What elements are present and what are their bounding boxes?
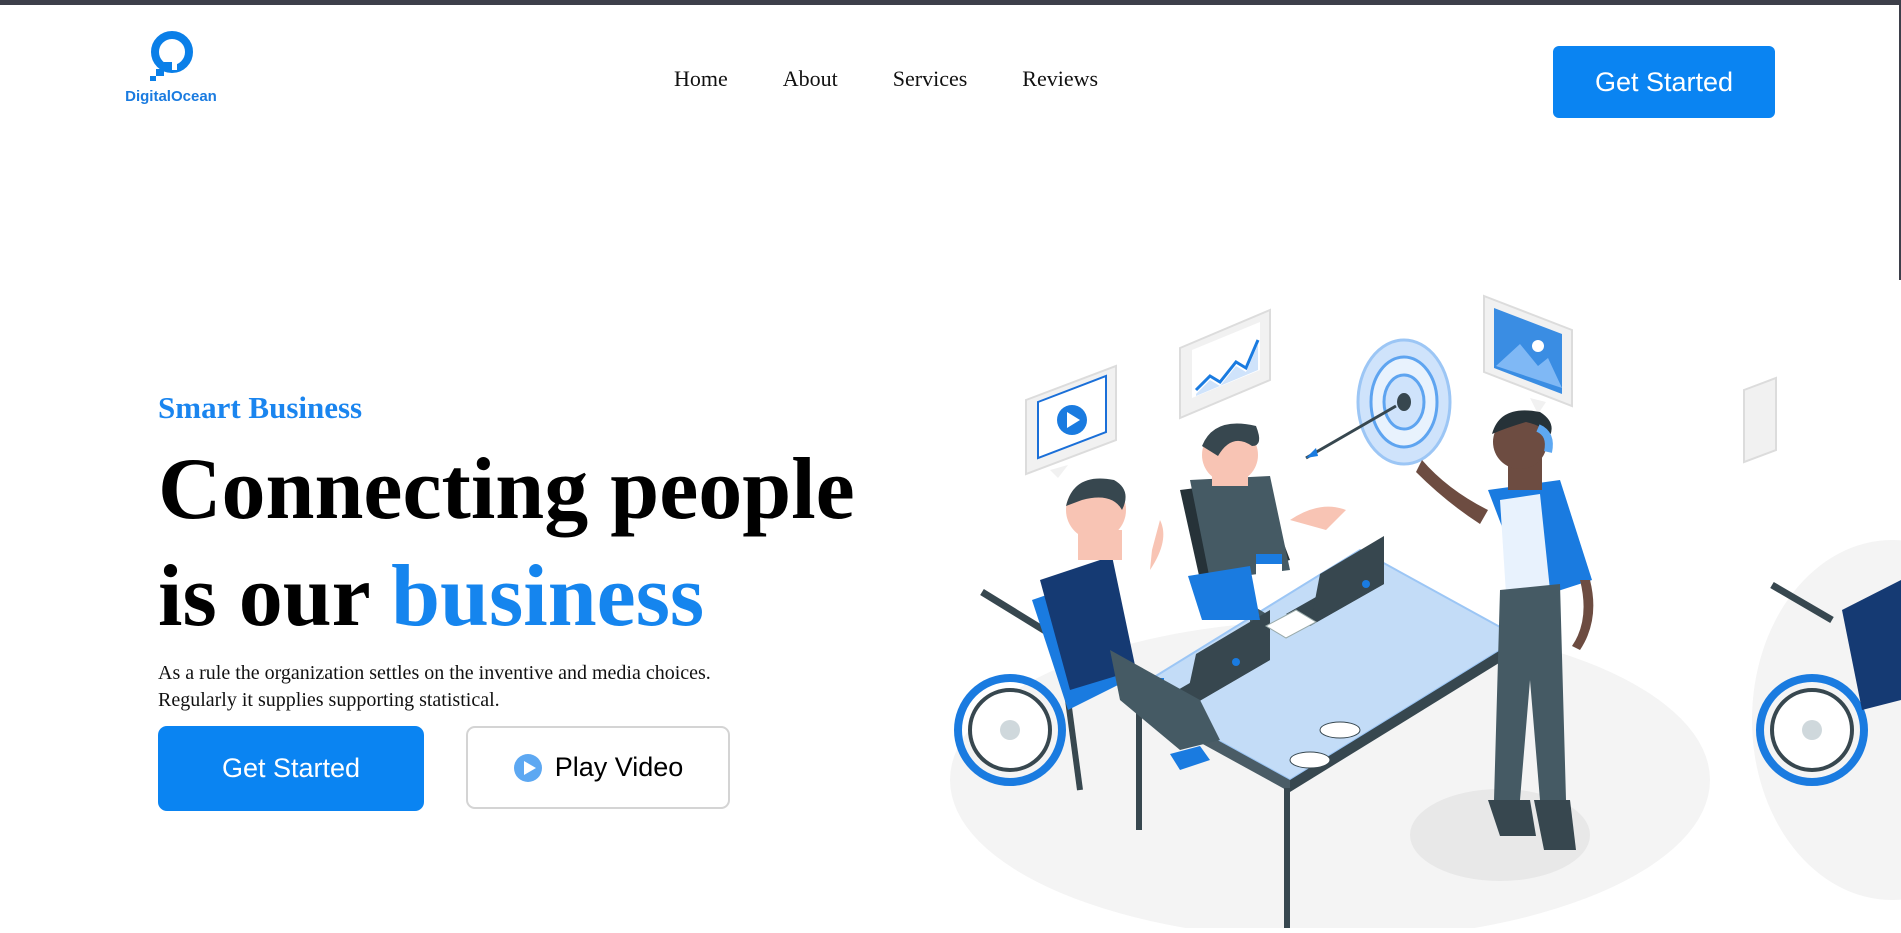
video-card-icon bbox=[1025, 364, 1117, 478]
nav-reviews[interactable]: Reviews bbox=[1022, 66, 1098, 92]
main-nav: Home About Services Reviews bbox=[674, 66, 1098, 92]
nav-home[interactable]: Home bbox=[674, 66, 728, 92]
play-video-button[interactable]: Play Video bbox=[466, 726, 730, 809]
window-top-border bbox=[0, 0, 1901, 5]
play-video-label: Play Video bbox=[554, 752, 684, 782]
brand-name: DigitalOcean bbox=[125, 88, 217, 105]
image-card-icon bbox=[1483, 294, 1573, 414]
hero-eyebrow: Smart Business bbox=[158, 390, 363, 425]
nav-about[interactable]: About bbox=[783, 66, 838, 92]
hero-get-started-button[interactable]: Get Started bbox=[158, 726, 424, 811]
header-get-started-button[interactable]: Get Started bbox=[1553, 46, 1775, 118]
brand-logo[interactable]: DigitalOcean bbox=[120, 26, 222, 112]
wheelchair-crop-icon bbox=[1743, 376, 1901, 900]
headline-line-1: Connecting people bbox=[158, 441, 855, 538]
illustration-duplicate-crop bbox=[1742, 280, 1901, 928]
headline-line-2-prefix: is our bbox=[158, 548, 392, 645]
team-meeting-illustration bbox=[950, 294, 1710, 928]
digitalocean-logo-icon bbox=[150, 31, 193, 81]
target-icon bbox=[1305, 338, 1452, 466]
hero-headline: Connecting people is our business bbox=[158, 436, 855, 650]
nav-services[interactable]: Services bbox=[893, 66, 968, 92]
hero-description: As a rule the organization settles on th… bbox=[158, 662, 711, 711]
play-icon bbox=[513, 753, 542, 782]
chart-card-icon bbox=[1179, 308, 1271, 420]
headline-accent: business bbox=[391, 548, 705, 645]
